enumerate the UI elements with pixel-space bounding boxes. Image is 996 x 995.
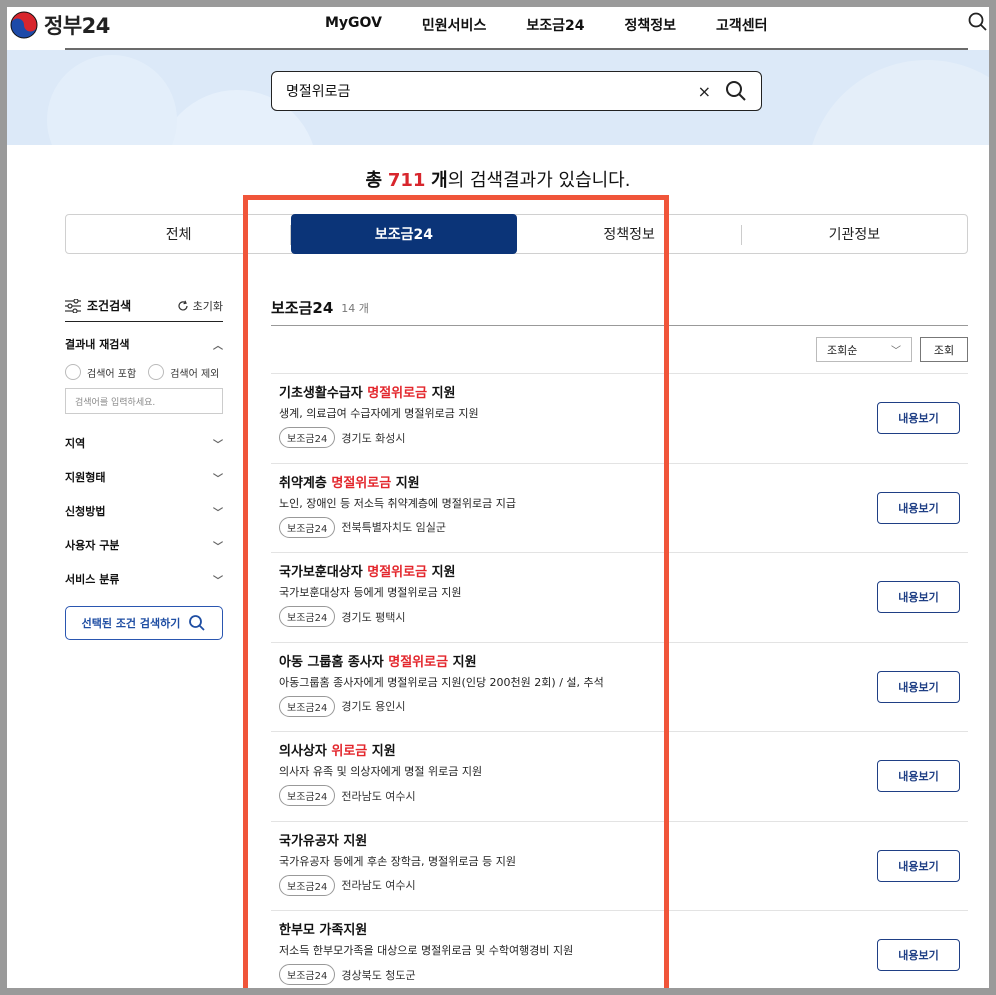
view-details-button[interactable]: 내용보기 (877, 581, 960, 613)
nav-customer-center[interactable]: 고객센터 (716, 15, 768, 35)
logo-text: 정부24 (44, 14, 110, 38)
sidebar-title-text: 조건검색 (87, 299, 132, 313)
filter-service-category[interactable]: 서비스 분류 ﹀ (65, 562, 223, 596)
taegeuk-logo-icon (10, 11, 38, 39)
exclude-keyword-radio[interactable]: 검색어 제외 (148, 364, 219, 380)
include-label: 검색어 포함 (87, 368, 137, 380)
main-nav: MyGOV 민원서비스 보조금24 정책정보 고객센터 (325, 15, 768, 35)
search-icon (189, 615, 206, 631)
sort-selected-value: 조회순 (827, 343, 858, 357)
search-icon[interactable] (967, 11, 989, 33)
filter-label: 지원형태 (65, 471, 106, 484)
research-title: 결과내 재검색 (65, 338, 130, 351)
chevron-down-icon: ﹀ (213, 507, 223, 519)
header-divider (65, 48, 968, 50)
nav-subsidy24[interactable]: 보조금24 (526, 15, 584, 35)
view-details-button[interactable]: 내용보기 (877, 402, 960, 434)
filter-sliders-icon (65, 298, 81, 313)
filter-application-method[interactable]: 신청방법 ﹀ (65, 494, 223, 528)
research-keyword-input[interactable]: 검색어를 입력하세요. (65, 388, 223, 414)
result-suffix: 의 검색결과가 있습니다. (447, 170, 631, 191)
reset-label: 초기화 (192, 299, 223, 313)
chevron-up-icon: ︿ (213, 340, 223, 352)
nav-civil-service[interactable]: 민원서비스 (422, 15, 486, 35)
filter-support-type[interactable]: 지원형태 ﹀ (65, 460, 223, 494)
apply-filter-search-button[interactable]: 선택된 조건 검색하기 (65, 606, 223, 640)
chevron-down-icon: ﹀ (213, 473, 223, 485)
filter-label: 지역 (65, 437, 86, 450)
sidebar-title: 조건검색 (65, 297, 131, 314)
result-count-number: 711 (387, 170, 426, 191)
include-keyword-radio[interactable]: 검색어 포함 (65, 364, 136, 380)
filter-label: 서비스 분류 (65, 573, 120, 586)
reset-button[interactable]: 초기화 (177, 298, 223, 314)
apply-filter-label: 선택된 조건 검색하기 (81, 617, 181, 630)
result-prefix: 총 (365, 170, 383, 191)
view-details-button[interactable]: 내용보기 (877, 491, 960, 524)
chevron-down-icon: ﹀ (213, 541, 223, 553)
top-header: 정부24 MyGOV 민원서비스 보조금24 정책정보 고객센터 (7, 7, 989, 49)
sidebar-header: 조건검색 초기화 (65, 290, 223, 322)
tab-agency-info[interactable]: 기관정보 (742, 215, 967, 253)
chevron-down-icon: ﹀ (213, 439, 223, 451)
exclude-label: 검색어 제외 (170, 368, 220, 380)
search-submit-icon[interactable] (725, 80, 747, 102)
nav-mygov[interactable]: MyGOV (325, 15, 382, 35)
filter-region[interactable]: 지역 ﹀ (65, 426, 223, 460)
result-unit: 개 (431, 170, 448, 191)
radio-circle[interactable] (148, 364, 165, 380)
refresh-icon (178, 300, 188, 310)
view-details-button[interactable]: 내용보기 (877, 849, 960, 882)
sort-select[interactable]: 조회순 ﹀ (816, 337, 912, 362)
result-summary: 총 711 개의 검색결과가 있습니다. (0, 166, 996, 192)
nav-policy-info[interactable]: 정책정보 (624, 15, 676, 35)
research-section-header[interactable]: 결과내 재검색 ︿ (65, 336, 223, 352)
annotation-highlight-box (243, 195, 669, 995)
filter-label: 신청방법 (65, 505, 106, 518)
banner-decoration (47, 55, 177, 145)
filter-user-type[interactable]: 사용자 구분 ﹀ (65, 528, 223, 562)
search-input[interactable]: 명절위로금 × (271, 71, 762, 111)
site-logo[interactable]: 정부24 (10, 10, 110, 40)
view-details-button[interactable]: 내용보기 (877, 939, 960, 971)
clear-icon[interactable]: × (698, 82, 711, 101)
view-details-button[interactable]: 내용보기 (877, 670, 960, 703)
radio-circle[interactable] (65, 364, 81, 380)
chevron-down-icon: ﹀ (213, 575, 223, 587)
sort-apply-button[interactable]: 조회 (920, 337, 968, 362)
filter-sidebar: 조건검색 초기화 결과내 재검색 ︿ 검색어 포함 검색어 제외 검색어를 입력… (65, 290, 223, 640)
search-query[interactable]: 명절위로금 (286, 81, 698, 101)
chevron-down-icon: ﹀ (891, 346, 901, 357)
banner-decoration (807, 60, 989, 145)
filter-label: 사용자 구분 (65, 539, 120, 552)
research-mode-radios: 검색어 포함 검색어 제외 (65, 364, 223, 380)
view-details-button[interactable]: 내용보기 (877, 760, 960, 792)
